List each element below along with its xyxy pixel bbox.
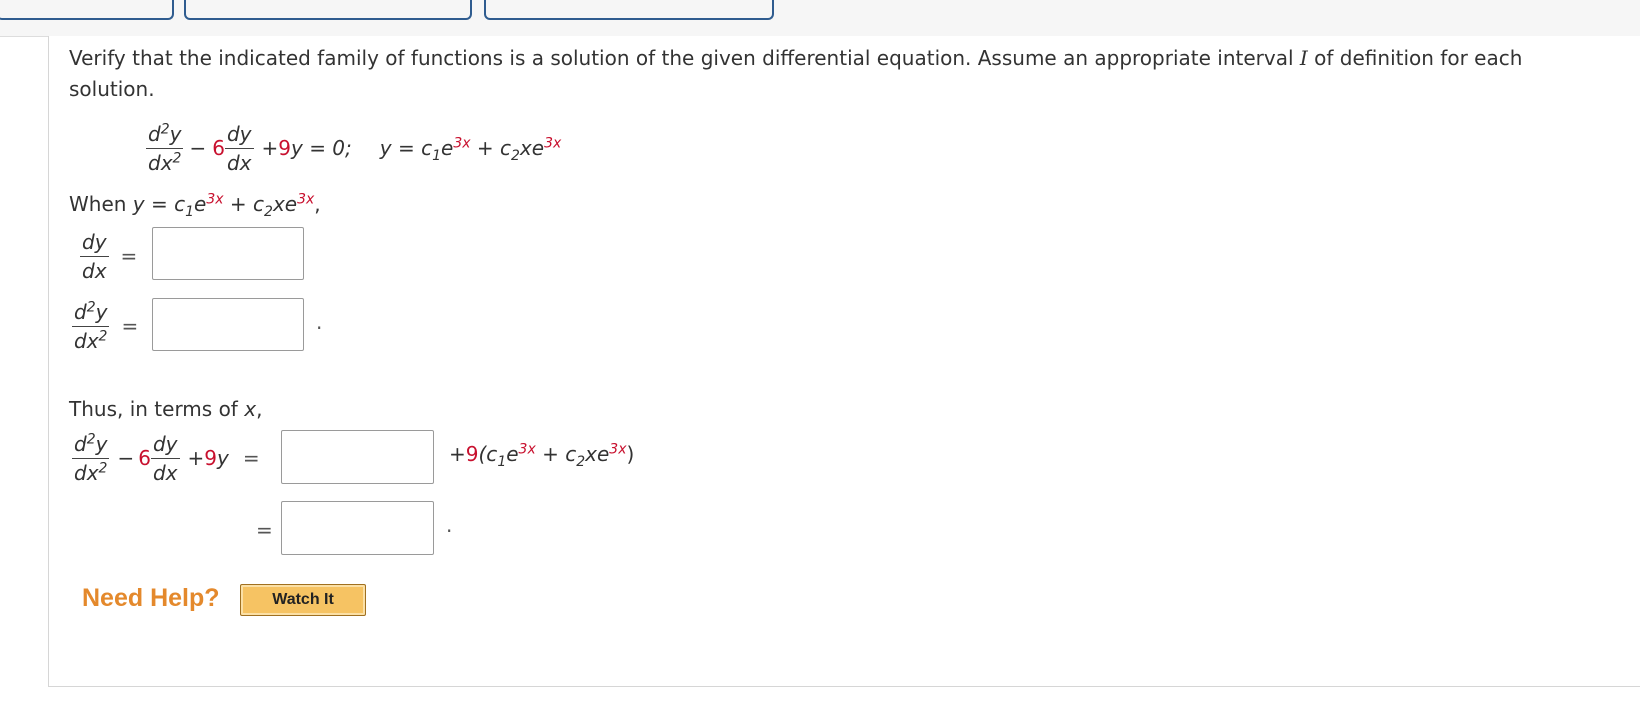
problem-statement-line2: solution. <box>69 77 155 101</box>
intro-text: Verify that the indicated family of func… <box>69 46 1294 70</box>
d2y-dx2-answer-input[interactable] <box>152 298 304 351</box>
expression-answer-input-1[interactable] <box>281 430 434 484</box>
dy-dx-answer-input[interactable] <box>152 227 304 280</box>
period-2: . <box>446 513 453 537</box>
problem-statement: Verify that the indicated family of func… <box>69 42 1522 74</box>
interval-symbol: I <box>1299 46 1308 70</box>
nav-tab-2[interactable] <box>184 0 472 20</box>
differential-equation: d2y dx2 − 6 dy dx + 9 y = 0; y = c1e3x +… <box>146 120 562 175</box>
expression-row-1: d2y dx2 − 6 dy dx + 9y = <box>72 430 260 485</box>
expression-answer-input-2[interactable] <box>281 501 434 555</box>
top-navigation-bar <box>0 0 1640 37</box>
watch-it-button[interactable]: Watch It <box>240 584 366 616</box>
equals-row-2: = <box>256 518 273 542</box>
d2y-dx2-row: d2y dx2 = <box>72 298 139 353</box>
dy-dx-row: dy dx = <box>80 229 138 283</box>
expression-tail: + 9 (c1e3x + c2xe3x) <box>449 441 635 470</box>
nav-tab-1[interactable] <box>0 0 174 20</box>
second-derivative-fraction: d2y dx2 <box>146 120 184 175</box>
first-derivative-fraction: dy dx <box>224 121 254 175</box>
intro-text-2: of definition for each <box>1314 46 1523 70</box>
thus-statement: Thus, in terms of x, <box>69 397 263 421</box>
need-help-label: Need Help? <box>82 584 220 612</box>
nav-tab-3[interactable] <box>484 0 774 20</box>
period-1: . <box>316 310 323 334</box>
when-statement: When y = c1e3x + c2xe3x, <box>69 191 321 220</box>
